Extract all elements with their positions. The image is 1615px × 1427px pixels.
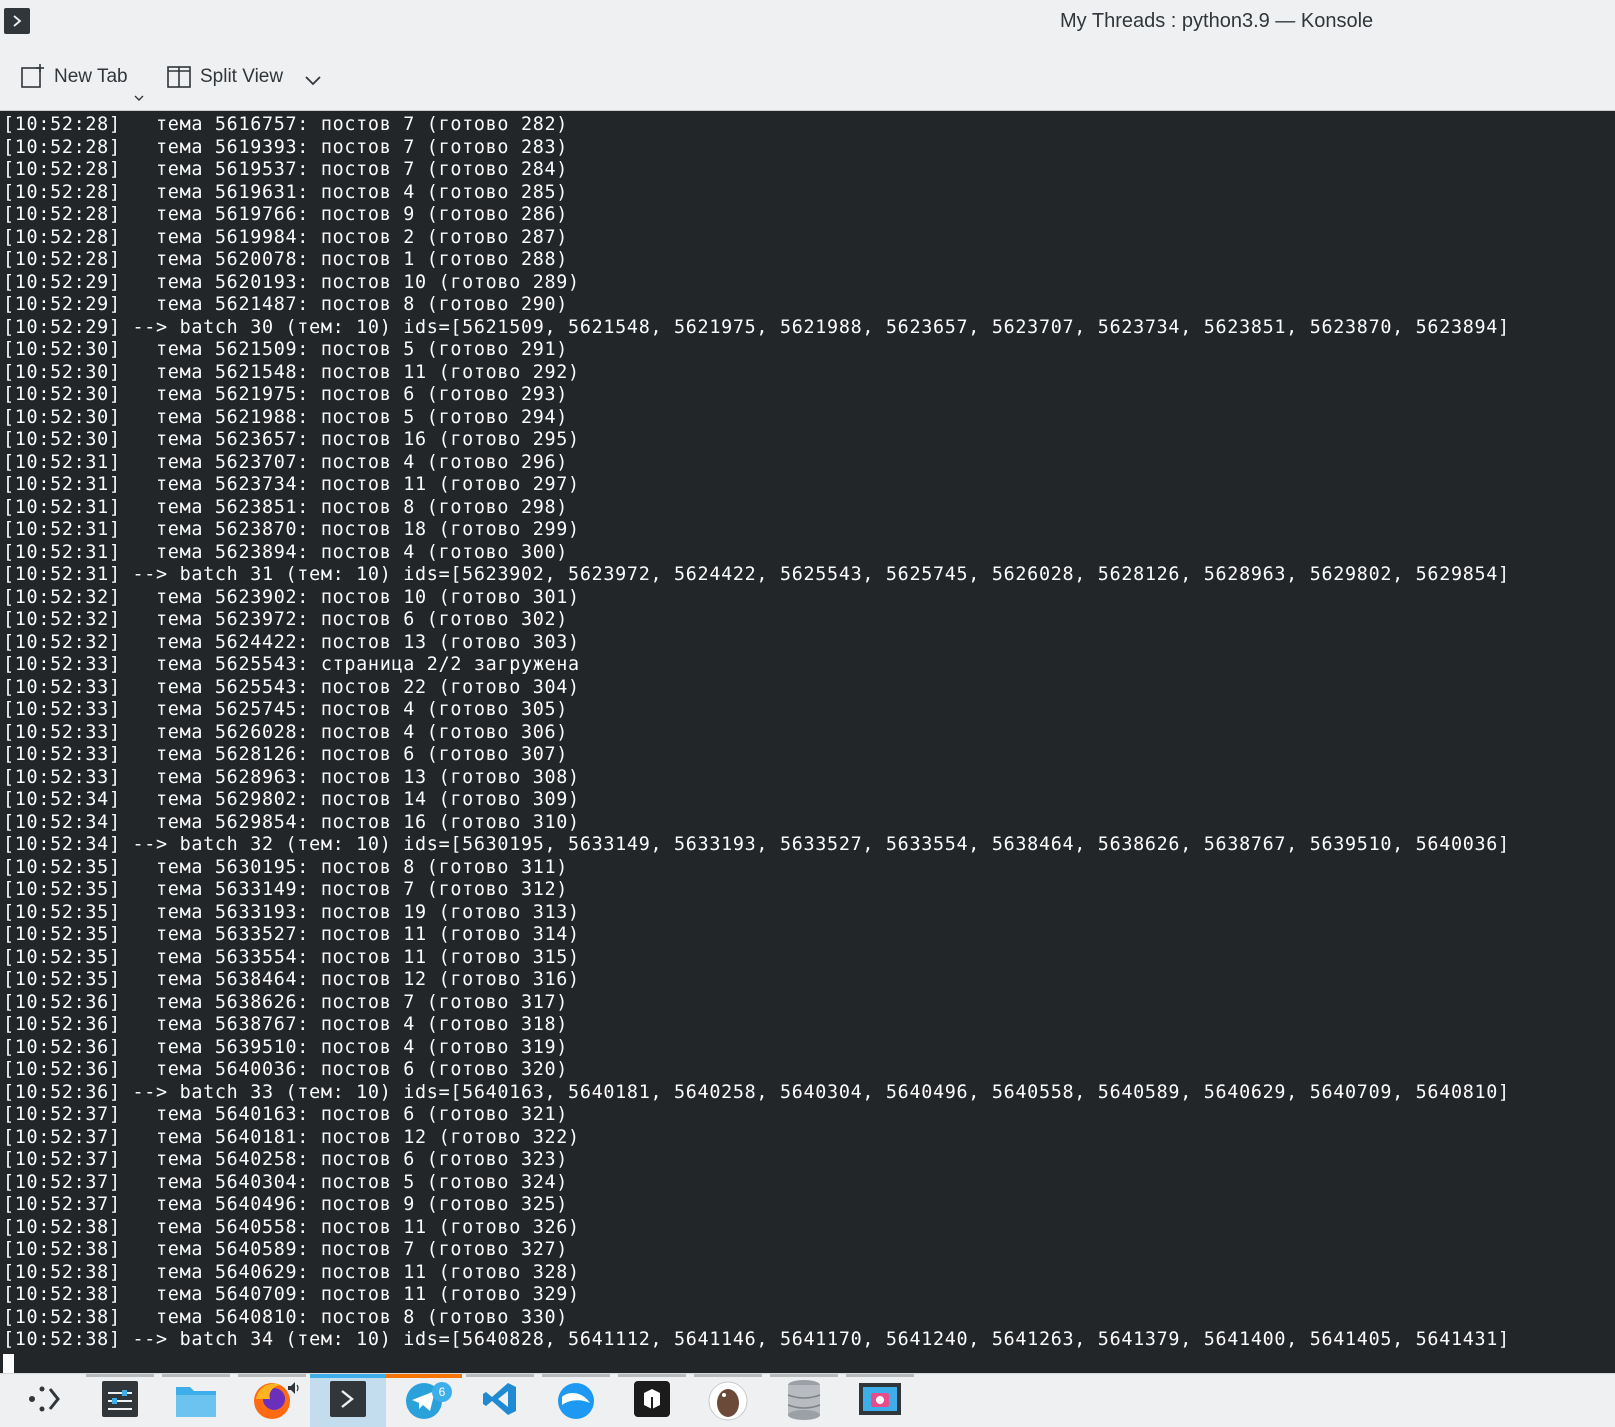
terminal-cursor xyxy=(3,1354,14,1373)
terminal-line: [10:52:28] тема 5619393: постов 7 (готов… xyxy=(3,136,569,158)
terminal-line: [10:52:38] тема 5640629: постов 11 (гото… xyxy=(3,1261,580,1283)
terminal-line: [10:52:29] тема 5620193: постов 10 (гото… xyxy=(3,271,580,293)
split-view-menu-button[interactable] xyxy=(304,64,322,98)
terminal-line: [10:52:30] тема 5623657: постов 16 (гото… xyxy=(3,429,580,450)
terminal-line: [10:52:31] тема 5623734: постов 11 (гото… xyxy=(3,474,580,495)
task-database-tool[interactable] xyxy=(766,1374,842,1427)
terminal-line: [10:52:38] тема 5640810: постов 8 (готов… xyxy=(3,1306,569,1328)
terminal-line: [10:52:35] тема 5633149: постов 7 (готов… xyxy=(3,879,569,900)
terminal-line: [10:52:36] тема 5639510: постов 4 (готов… xyxy=(3,1036,569,1058)
split-view-button[interactable]: Split View xyxy=(166,60,283,94)
terminal-line: [10:52:33] тема 5626028: постов 4 (готов… xyxy=(3,721,569,743)
beaver-icon xyxy=(706,1377,750,1425)
terminal-line: [10:52:37] тема 5640163: постов 6 (готов… xyxy=(3,1104,569,1125)
task-vscode[interactable] xyxy=(462,1374,538,1427)
toolbar: New Tab Split View xyxy=(0,44,1615,111)
system-settings-icon xyxy=(100,1379,140,1423)
task-file-manager[interactable] xyxy=(158,1374,234,1427)
terminal-line: [10:52:30] тема 5621975: постов 6 (готов… xyxy=(3,384,569,405)
terminal-line: [10:52:35] тема 5638464: постов 12 (гото… xyxy=(3,969,580,990)
terminal-line: [10:52:31] --> batch 31 (тем: 10) ids=[5… xyxy=(3,564,1510,585)
task-dbeaver[interactable] xyxy=(690,1374,766,1427)
audio-playing-icon xyxy=(286,1380,302,1400)
terminal-line: [10:52:32] тема 5624422: постов 13 (гото… xyxy=(3,631,580,653)
terminal-line: [10:52:30] тема 5621988: постов 5 (готов… xyxy=(3,406,569,428)
terminal-line: [10:52:29] --> batch 30 (тем: 10) ids=[5… xyxy=(3,316,1510,338)
terminal-line: [10:52:38] тема 5640709: постов 11 (гото… xyxy=(3,1284,580,1305)
task-firefox[interactable] xyxy=(234,1374,310,1427)
title-bar[interactable]: My Threads : python3.9 — Konsole xyxy=(0,0,1615,44)
terminal-line: [10:52:28] тема 5620078: постов 1 (готов… xyxy=(3,249,569,270)
konsole-window: My Threads : python3.9 — Konsole New Tab xyxy=(0,0,1615,1427)
terminal-line: [10:52:32] тема 5623972: постов 6 (готов… xyxy=(3,609,569,630)
terminal-line: [10:52:28] тема 5619631: постов 4 (готов… xyxy=(3,181,569,203)
terminal-line: [10:52:38] --> batch 34 (тем: 10) ids=[5… xyxy=(3,1329,1510,1350)
notification-badge: 6 xyxy=(432,1382,452,1402)
chevron-down-icon xyxy=(304,70,322,92)
new-tab-button[interactable]: New Tab xyxy=(20,60,144,101)
task-konsole[interactable] xyxy=(310,1374,386,1427)
terminal-line: [10:52:31] тема 5623707: постов 4 (готов… xyxy=(3,451,569,473)
terminal-line: [10:52:28] тема 5619984: постов 2 (готов… xyxy=(3,226,569,248)
terminal-line: [10:52:36] тема 5638767: постов 4 (готов… xyxy=(3,1014,569,1035)
terminal-line: [10:52:31] тема 5623870: постов 18 (гото… xyxy=(3,519,580,540)
terminal-line: [10:52:31] тема 5623894: постов 4 (готов… xyxy=(3,541,569,563)
task-system-settings[interactable] xyxy=(82,1374,158,1427)
konsole-icon xyxy=(328,1379,368,1423)
terminal-line: [10:52:35] тема 5630195: постов 8 (готов… xyxy=(3,856,569,878)
terminal-line: [10:52:33] тема 5625543: страница 2/2 за… xyxy=(3,654,580,675)
terminal-line: [10:52:33] тема 5628126: постов 6 (готов… xyxy=(3,744,569,765)
split-view-label: Split View xyxy=(200,66,284,87)
terminal-line: [10:52:33] тема 5628963: постов 13 (гото… xyxy=(3,766,580,788)
browser-globe-icon xyxy=(554,1377,598,1425)
terminal-line: [10:52:37] тема 5640258: постов 6 (готов… xyxy=(3,1149,569,1170)
terminal-line: [10:52:34] --> batch 32 (тем: 10) ids=[5… xyxy=(3,834,1510,855)
terminal-line: [10:52:33] тема 5625543: постов 22 (гото… xyxy=(3,676,580,698)
task-screenshot-tool[interactable] xyxy=(842,1374,918,1427)
terminal-output: [10:52:28] тема 5616757: постов 7 (готов… xyxy=(3,114,1510,1352)
terminal-line: [10:52:35] тема 5633554: постов 11 (гото… xyxy=(3,946,580,968)
task-web-browser[interactable] xyxy=(538,1374,614,1427)
terminal-line: [10:52:37] тема 5640304: постов 5 (готов… xyxy=(3,1171,569,1193)
terminal-line: [10:52:35] тема 5633193: постов 19 (гото… xyxy=(3,901,580,923)
terminal-line: [10:52:28] тема 5616757: постов 7 (готов… xyxy=(3,114,569,135)
terminal-line: [10:52:34] тема 5629802: постов 14 (гото… xyxy=(3,789,580,810)
taskbar: 6 xyxy=(0,1373,1615,1427)
terminal-line: [10:52:28] тема 5619766: постов 9 (готов… xyxy=(3,204,569,225)
terminal-line: [10:52:35] тема 5633527: постов 11 (гото… xyxy=(3,924,580,945)
konsole-app-icon[interactable] xyxy=(4,8,30,34)
vscode-icon xyxy=(480,1379,520,1423)
app-launcher-button[interactable] xyxy=(6,1374,82,1427)
database-icon xyxy=(784,1377,824,1425)
terminal-line: [10:52:30] тема 5621509: постов 5 (готов… xyxy=(3,339,569,360)
new-tab-label: New Tab xyxy=(54,66,128,87)
split-view-icon xyxy=(166,64,192,90)
task-telegram[interactable]: 6 xyxy=(386,1374,462,1427)
terminal-line: [10:52:32] тема 5623902: постов 10 (гото… xyxy=(3,586,580,608)
terminal-line: [10:52:28] тема 5619537: постов 7 (готов… xyxy=(3,159,569,180)
terminal-line: [10:52:29] тема 5621487: постов 8 (готов… xyxy=(3,294,569,315)
terminal-line: [10:52:36] тема 5640036: постов 6 (готов… xyxy=(3,1059,569,1080)
screenshot-icon xyxy=(857,1379,903,1423)
chevron-down-icon[interactable] xyxy=(134,86,144,108)
terminal-line: [10:52:37] тема 5640496: постов 9 (готов… xyxy=(3,1194,569,1215)
terminal-line: [10:52:33] тема 5625745: постов 4 (готов… xyxy=(3,699,569,720)
new-tab-icon xyxy=(20,64,46,90)
box-app-icon xyxy=(632,1379,672,1423)
terminal-line: [10:52:30] тема 5621548: постов 11 (гото… xyxy=(3,361,580,383)
terminal-line: [10:52:37] тема 5640181: постов 12 (гото… xyxy=(3,1126,580,1148)
app-launcher-icon xyxy=(24,1379,64,1423)
file-manager-icon xyxy=(174,1379,218,1423)
terminal-line: [10:52:38] тема 5640558: постов 11 (гото… xyxy=(3,1216,580,1238)
task-box-app[interactable] xyxy=(614,1374,690,1427)
terminal-line: [10:52:36] тема 5638626: постов 7 (готов… xyxy=(3,991,569,1013)
window-title: My Threads : python3.9 — Konsole xyxy=(1060,10,1374,32)
terminal-line: [10:52:36] --> batch 33 (тем: 10) ids=[5… xyxy=(3,1081,1510,1103)
terminal-line: [10:52:31] тема 5623851: постов 8 (готов… xyxy=(3,496,569,518)
terminal-line: [10:52:34] тема 5629854: постов 16 (гото… xyxy=(3,811,580,833)
terminal-line: [10:52:38] тема 5640589: постов 7 (готов… xyxy=(3,1239,569,1260)
terminal-view[interactable]: [10:52:28] тема 5616757: постов 7 (готов… xyxy=(0,111,1615,1373)
